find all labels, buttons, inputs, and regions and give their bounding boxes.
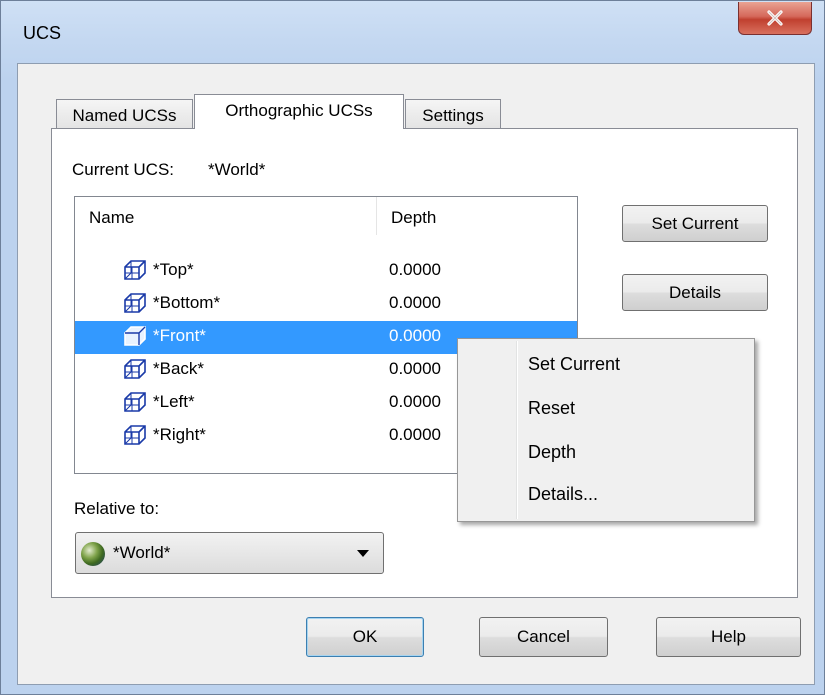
tab-label: Named UCSs <box>72 106 177 125</box>
tab-settings[interactable]: Settings <box>405 99 501 129</box>
row-name: *Back* <box>153 359 205 378</box>
help-button[interactable]: Help <box>656 617 801 657</box>
button-label: Help <box>711 627 746 646</box>
tab-label: Settings <box>422 106 484 125</box>
menu-item-depth[interactable]: Depth <box>528 442 576 463</box>
row-name: *Front* <box>153 326 206 345</box>
button-label: Cancel <box>517 627 570 646</box>
window-title: UCS <box>23 23 62 43</box>
row-name: *Left* <box>153 392 195 411</box>
list-item-bottom[interactable]: *Bottom* 0.0000 <box>75 288 577 321</box>
column-header-depth[interactable]: Depth <box>377 197 577 235</box>
ucs-cube-icon <box>124 359 146 379</box>
ucs-cube-icon <box>124 392 146 412</box>
chevron-down-icon[interactable] <box>357 550 369 557</box>
button-label: OK <box>352 627 378 646</box>
button-label: Details <box>669 282 721 302</box>
ok-button[interactable]: OK <box>306 617 424 657</box>
cancel-button[interactable]: Cancel <box>479 617 608 657</box>
current-ucs-value: *World* <box>208 160 266 179</box>
row-depth: 0.0000 <box>389 260 441 279</box>
list-item-top[interactable]: *Top* 0.0000 <box>75 255 577 288</box>
close-button[interactable] <box>738 2 812 35</box>
row-depth: 0.0000 <box>389 359 441 378</box>
row-depth: 0.0000 <box>389 425 441 444</box>
menu-gutter <box>516 341 518 519</box>
globe-icon <box>81 542 105 566</box>
menu-item-details[interactable]: Details... <box>528 484 598 505</box>
tab-orthographic-ucss[interactable]: Orthographic UCSs <box>194 94 404 129</box>
menu-item-reset[interactable]: Reset <box>528 398 575 419</box>
tab-label: Orthographic UCSs <box>225 101 373 120</box>
button-label: Set Current <box>651 213 739 233</box>
row-depth: 0.0000 <box>389 326 441 345</box>
ucs-cube-icon <box>124 260 146 280</box>
details-button[interactable]: Details <box>622 274 768 311</box>
context-menu: Set Current Reset Depth Details... <box>457 338 755 522</box>
column-header-name[interactable]: Name <box>75 197 377 235</box>
relative-to-dropdown[interactable]: *World* <box>75 532 384 574</box>
close-icon <box>767 10 783 26</box>
row-depth: 0.0000 <box>389 293 441 312</box>
current-ucs-label: Current UCS: <box>72 160 175 179</box>
ucs-cube-icon <box>124 326 146 346</box>
relative-to-value: *World* <box>113 543 171 562</box>
row-name: *Right* <box>153 425 206 444</box>
row-name: *Bottom* <box>153 293 221 312</box>
ucs-cube-icon <box>124 425 146 445</box>
title-bar[interactable]: UCS <box>1 1 824 59</box>
relative-to-label: Relative to: <box>74 499 160 518</box>
row-depth: 0.0000 <box>389 392 441 411</box>
menu-item-set-current[interactable]: Set Current <box>528 354 620 375</box>
set-current-button[interactable]: Set Current <box>622 205 768 242</box>
ucs-cube-icon <box>124 293 146 313</box>
row-name: *Top* <box>153 260 194 279</box>
tab-named-ucss[interactable]: Named UCSs <box>56 99 193 129</box>
